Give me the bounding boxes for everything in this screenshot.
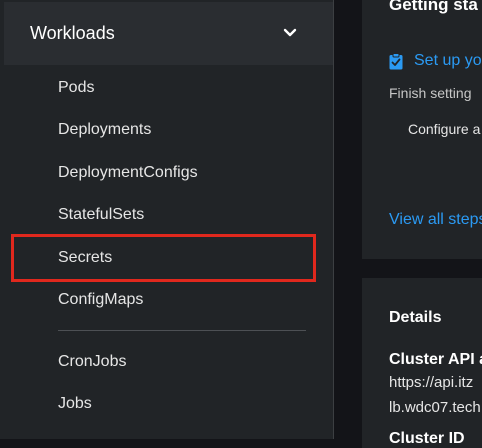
sidebar-nav: Workloads Pods Deployments DeploymentCon… <box>0 0 334 439</box>
sidebar-item-pods[interactable]: Pods <box>58 77 94 99</box>
cluster-api-value-line1: https://api.itz <box>389 374 474 391</box>
sidebar-item-deploymentconfigs[interactable]: DeploymentConfigs <box>58 162 198 184</box>
setup-task-link[interactable]: Set up yo <box>414 52 482 70</box>
details-title: Details <box>389 309 442 326</box>
sidebar-item-jobs[interactable]: Jobs <box>58 393 92 415</box>
sidebar-item-statefulsets[interactable]: StatefulSets <box>58 204 144 226</box>
view-all-steps-link[interactable]: View all steps <box>389 211 482 229</box>
setup-task-item[interactable]: Configure a <box>408 121 480 137</box>
chevron-down-icon[interactable] <box>283 28 297 38</box>
sidebar-item-configmaps[interactable]: ConfigMaps <box>58 289 143 311</box>
setup-task-description: Finish setting <box>389 85 472 101</box>
nav-section-workloads[interactable]: Workloads <box>4 2 333 65</box>
nav-divider <box>58 330 306 331</box>
sidebar-item-cronjobs[interactable]: CronJobs <box>58 351 126 373</box>
getting-started-card: Getting sta Set up yo Finish setting Con… <box>362 0 482 259</box>
cluster-api-label: Cluster API a <box>389 351 482 368</box>
details-card: Details Cluster API a https://api.itz lb… <box>362 278 482 448</box>
sidebar-item-deployments[interactable]: Deployments <box>58 119 151 141</box>
cluster-id-label: Cluster ID <box>389 430 465 447</box>
clipboard-check-icon <box>389 53 403 70</box>
nav-section-label: Workloads <box>30 23 115 43</box>
cluster-api-value-line2: lb.wdc07.tech <box>389 399 481 416</box>
getting-started-title: Getting sta <box>389 0 478 14</box>
sidebar-item-secrets[interactable]: Secrets <box>58 247 112 269</box>
